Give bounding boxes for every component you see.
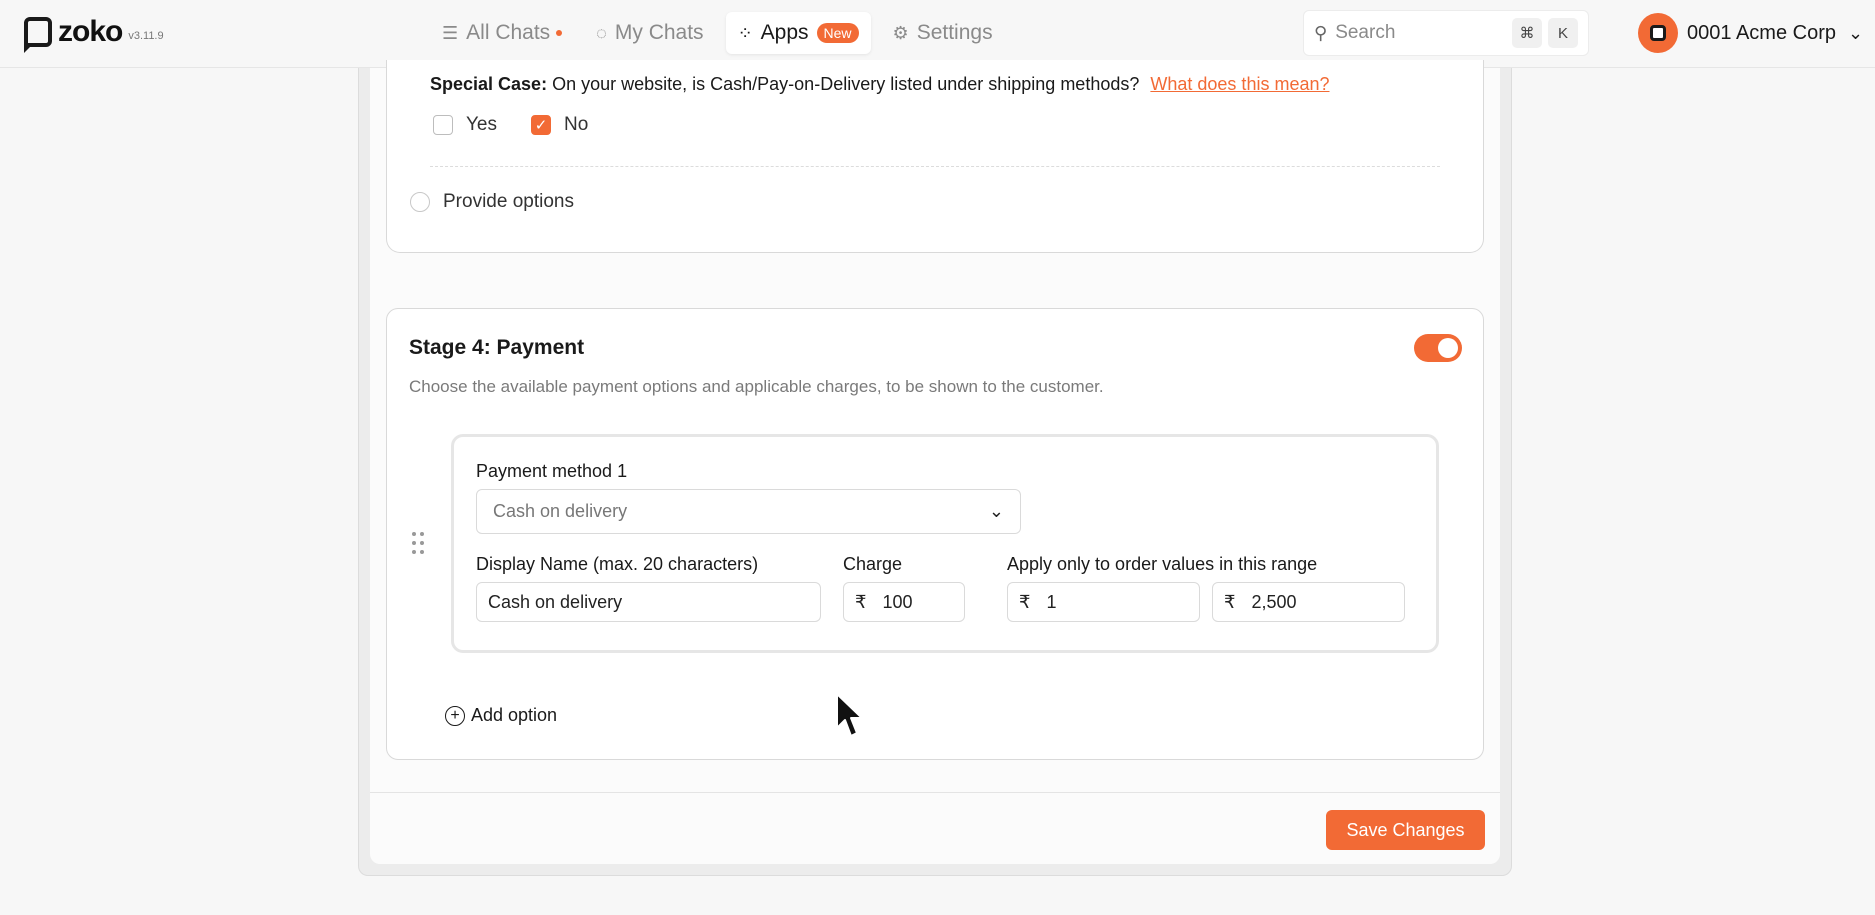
chevron-down-icon: ⌄ [1847, 22, 1864, 43]
stage4-description: Choose the available payment options and… [409, 377, 1104, 396]
charge-input[interactable]: ₹ 100 [843, 582, 965, 622]
plus-circle-icon: + [445, 705, 465, 726]
payment-method-select[interactable]: Cash on delivery ⌄ [476, 489, 1021, 534]
what-does-this-mean-link[interactable]: What does this mean? [1150, 74, 1329, 94]
display-name-input[interactable]: Cash on delivery [476, 582, 821, 622]
brand[interactable]: zoko v3.11.9 [24, 14, 164, 53]
rupee-icon: ₹ [1019, 591, 1031, 612]
search-icon: ⚲ [1314, 22, 1328, 43]
checkbox-yes-box[interactable] [433, 115, 453, 135]
account-name: 0001 Acme Corp [1687, 21, 1836, 44]
nav-my-chats[interactable]: ◌ My Chats [584, 12, 715, 54]
chevron-down-icon: ⌄ [988, 501, 1004, 521]
nav-apps-label: Apps [760, 21, 809, 44]
drag-handle-icon[interactable] [410, 530, 426, 556]
mouse-cursor-icon [836, 693, 863, 737]
account-menu[interactable]: 0001 Acme Corp ⌄ [1638, 12, 1863, 54]
add-option-label: Add option [471, 705, 558, 725]
app-version: v3.11.9 [128, 30, 164, 42]
account-logo-icon [1650, 25, 1666, 41]
avatar [1638, 13, 1678, 53]
nav-my-chats-label: My Chats [614, 21, 704, 44]
unread-dot [556, 30, 563, 36]
dashed-divider [430, 166, 1440, 167]
range-min-input[interactable]: ₹ 1 [1007, 582, 1200, 622]
list-icon: ☰ [442, 22, 459, 43]
range-max-input[interactable]: ₹ 2,500 [1212, 582, 1405, 622]
nav-all-chats[interactable]: ☰ All Chats [430, 12, 574, 54]
nav-apps[interactable]: ⁘ Apps New [725, 12, 871, 54]
nav-settings-label: Settings [916, 21, 993, 44]
search-placeholder: Search [1335, 22, 1396, 43]
zoko-logo-icon [24, 17, 52, 53]
provide-options-label: Provide options [443, 191, 574, 212]
checkbox-no[interactable]: ✓ No [531, 114, 588, 136]
main-nav: ☰ All Chats ◌ My Chats ⁘ Apps New ⚙ Sett… [430, 12, 1015, 54]
radio-button[interactable] [410, 192, 430, 212]
toggle-knob [1438, 338, 1458, 358]
nav-all-chats-label: All Chats [466, 21, 551, 44]
rupee-icon: ₹ [1224, 591, 1236, 612]
special-case-text: On your website, is Cash/Pay-on-Delivery… [552, 74, 1140, 94]
chat-icon: ◌ [596, 22, 607, 43]
stage4-toggle[interactable] [1414, 334, 1462, 362]
shortcut-k-key: K [1548, 18, 1578, 48]
range-min-value: 1 [1046, 591, 1057, 612]
range-max-value: 2,500 [1251, 591, 1297, 612]
checkbox-no-box[interactable]: ✓ [531, 115, 551, 135]
apps-grid-icon: ⁘ [737, 22, 753, 43]
special-case-label: Special Case: [430, 74, 548, 94]
top-bar: zoko v3.11.9 ☰ All Chats ◌ My Chats ⁘ Ap… [0, 0, 1875, 68]
add-option-button[interactable]: + Add option [445, 705, 557, 726]
display-name-label: Display Name (max. 20 characters) [476, 554, 759, 574]
nav-settings[interactable]: ⚙ Settings [881, 12, 1005, 54]
shortcut-cmd-key: ⌘ [1512, 18, 1542, 48]
charge-value: 100 [882, 591, 913, 612]
payment-method-selected: Cash on delivery [493, 501, 628, 521]
payment-method-label: Payment method 1 [476, 461, 628, 481]
checkbox-yes[interactable]: Yes [433, 114, 497, 136]
checkbox-yes-label: Yes [466, 114, 497, 135]
special-case-question: Special Case: On your website, is Cash/P… [430, 74, 1330, 95]
save-changes-button[interactable]: Save Changes [1326, 810, 1485, 850]
display-name-value: Cash on delivery [488, 591, 623, 612]
new-badge: New [816, 23, 859, 43]
search-input[interactable]: ⚲ Search ⌘ K [1303, 10, 1589, 56]
charge-label: Charge [843, 554, 903, 574]
provide-options-radio[interactable]: Provide options [410, 191, 574, 213]
stage4-title: Stage 4: Payment [409, 336, 585, 359]
checkbox-no-label: No [564, 114, 589, 135]
footer-divider [370, 792, 1500, 793]
gear-icon: ⚙ [892, 22, 909, 43]
brand-name: zoko [58, 15, 123, 48]
range-label: Apply only to order values in this range [1007, 554, 1318, 574]
rupee-icon: ₹ [855, 591, 867, 612]
